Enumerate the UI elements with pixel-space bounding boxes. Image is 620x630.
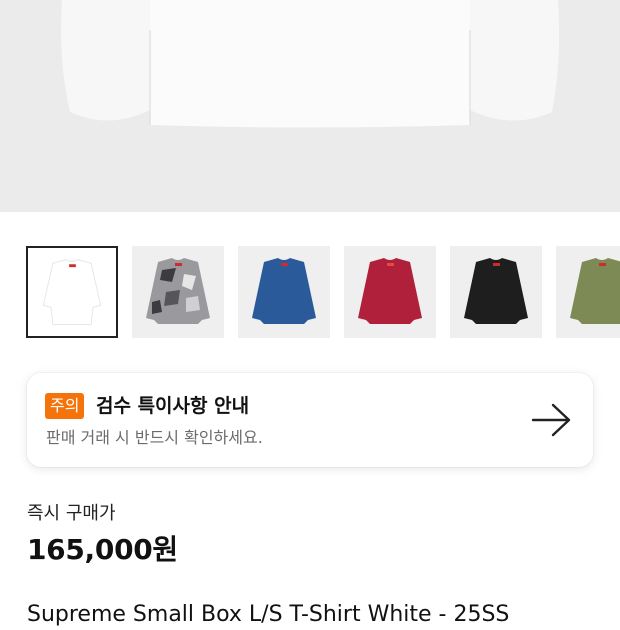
inspection-notice-card[interactable]: 주의 검수 특이사항 안내 판매 거래 시 반드시 확인하세요. (27, 373, 593, 467)
thumbnail-strip (26, 246, 620, 340)
notice-subtitle: 판매 거래 시 반드시 확인하세요. (46, 428, 263, 447)
product-hero-image[interactable] (0, 0, 620, 212)
thumbnail-olive[interactable] (556, 246, 620, 338)
thumbnail-camo[interactable] (132, 246, 224, 338)
price-label: 즉시 구매가 (27, 503, 116, 524)
thumbnail-blue[interactable] (238, 246, 330, 338)
shirt-thumbnail-image (252, 258, 316, 324)
thumbnail-white[interactable] (26, 246, 118, 338)
caution-badge: 주의 (45, 393, 85, 419)
product-name: Supreme Small Box L/S T-Shirt White - 25… (27, 602, 510, 627)
thumbnail-red[interactable] (344, 246, 436, 338)
shirt-thumbnail-image (42, 258, 102, 325)
notice-title: 검수 특이사항 안내 (96, 395, 250, 417)
shirt-thumbnail-image (358, 258, 422, 324)
shirt-thumbnail-image (464, 258, 528, 324)
shirt-thumbnail-image (570, 258, 620, 324)
price-value: 165,000원 (27, 533, 178, 566)
thumbnail-black[interactable] (450, 246, 542, 338)
shirt-thumbnail-image (146, 258, 210, 324)
arrow-right-icon[interactable] (531, 402, 573, 438)
hero-shirt-image (0, 0, 620, 212)
